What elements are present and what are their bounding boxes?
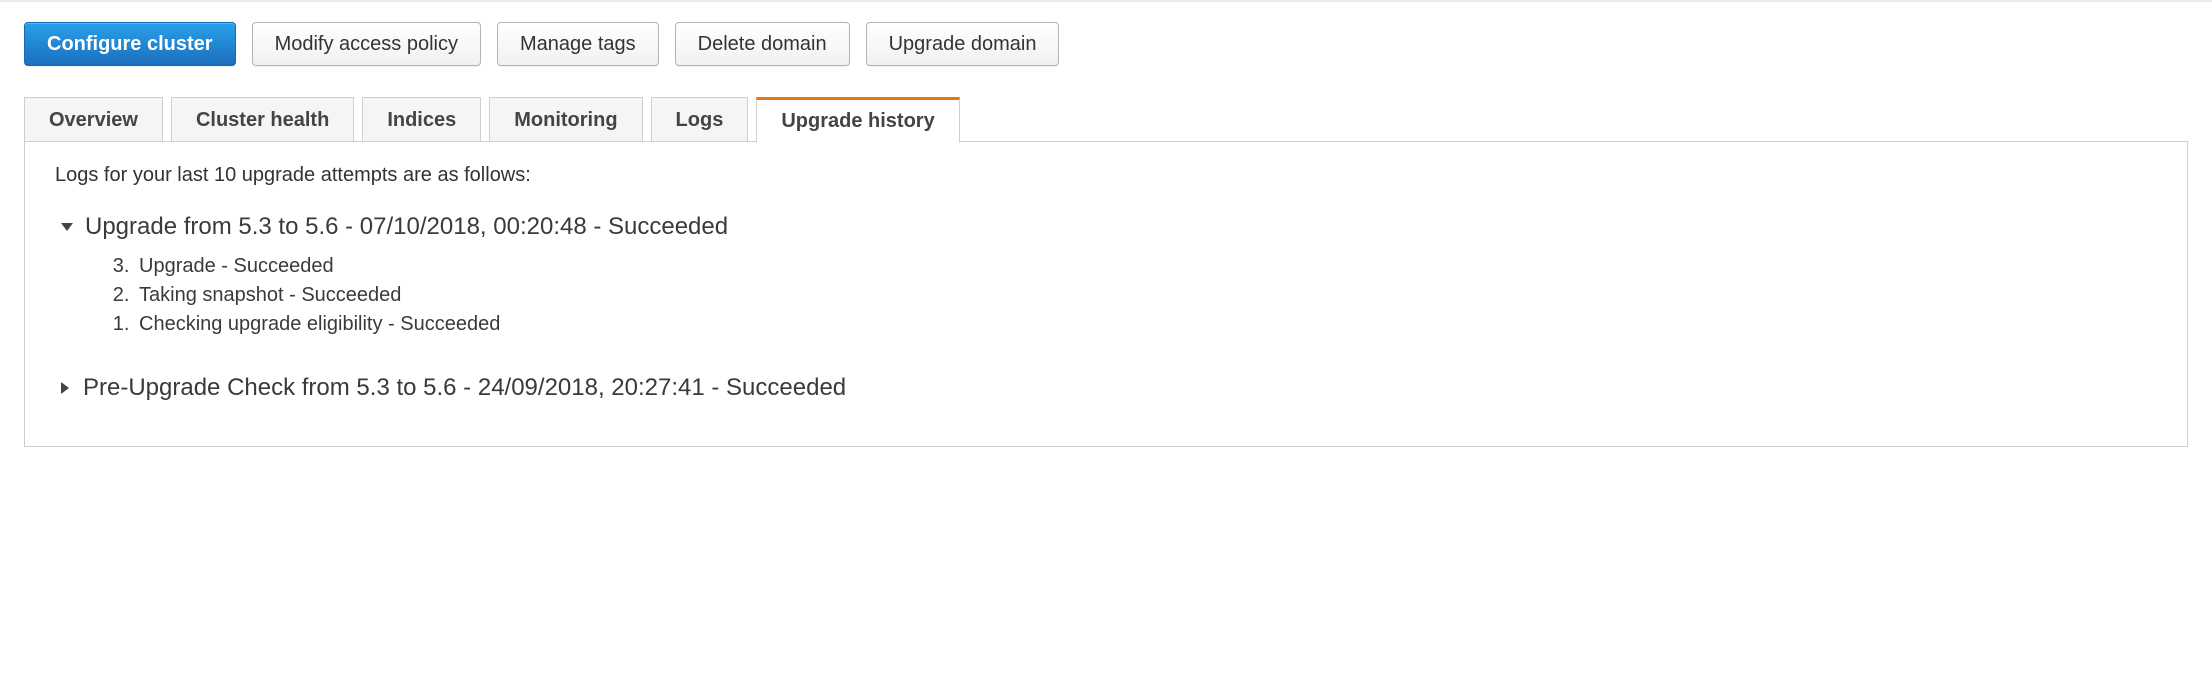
preupgrade-entry-title: Pre-Upgrade Check from 5.3 to 5.6 - 24/0… bbox=[83, 374, 846, 402]
upgrade-step-item: Taking snapshot - Succeeded bbox=[135, 284, 2157, 307]
upgrade-domain-button[interactable]: Upgrade domain bbox=[866, 22, 1060, 66]
manage-tags-button[interactable]: Manage tags bbox=[497, 22, 659, 66]
preupgrade-entry-row[interactable]: Pre-Upgrade Check from 5.3 to 5.6 - 24/0… bbox=[61, 374, 2157, 402]
delete-domain-button[interactable]: Delete domain bbox=[675, 22, 850, 66]
upgrade-entry-title: Upgrade from 5.3 to 5.6 - 07/10/2018, 00… bbox=[85, 213, 728, 241]
configure-cluster-button[interactable]: Configure cluster bbox=[24, 22, 236, 66]
tab-indices[interactable]: Indices bbox=[362, 97, 481, 143]
caret-right-icon bbox=[61, 382, 69, 394]
tabs-container: Overview Cluster health Indices Monitori… bbox=[24, 96, 2188, 447]
caret-down-icon bbox=[61, 223, 73, 231]
tab-bar: Overview Cluster health Indices Monitori… bbox=[24, 96, 2188, 142]
tab-cluster-health[interactable]: Cluster health bbox=[171, 97, 354, 143]
upgrade-step-item: Upgrade - Succeeded bbox=[135, 255, 2157, 278]
upgrade-entry-row[interactable]: Upgrade from 5.3 to 5.6 - 07/10/2018, 00… bbox=[61, 213, 2157, 241]
tab-logs[interactable]: Logs bbox=[651, 97, 749, 143]
tab-panel-upgrade-history: Logs for your last 10 upgrade attempts a… bbox=[24, 141, 2188, 447]
action-toolbar: Configure cluster Modify access policy M… bbox=[24, 22, 2188, 66]
tab-overview[interactable]: Overview bbox=[24, 97, 163, 143]
upgrade-step-item: Checking upgrade eligibility - Succeeded bbox=[135, 313, 2157, 336]
upgrade-steps-list: Checking upgrade eligibility - Succeeded… bbox=[135, 255, 2157, 342]
modify-access-policy-button[interactable]: Modify access policy bbox=[252, 22, 481, 66]
intro-text: Logs for your last 10 upgrade attempts a… bbox=[55, 164, 2157, 187]
tab-monitoring[interactable]: Monitoring bbox=[489, 97, 642, 143]
tab-upgrade-history[interactable]: Upgrade history bbox=[756, 97, 959, 143]
